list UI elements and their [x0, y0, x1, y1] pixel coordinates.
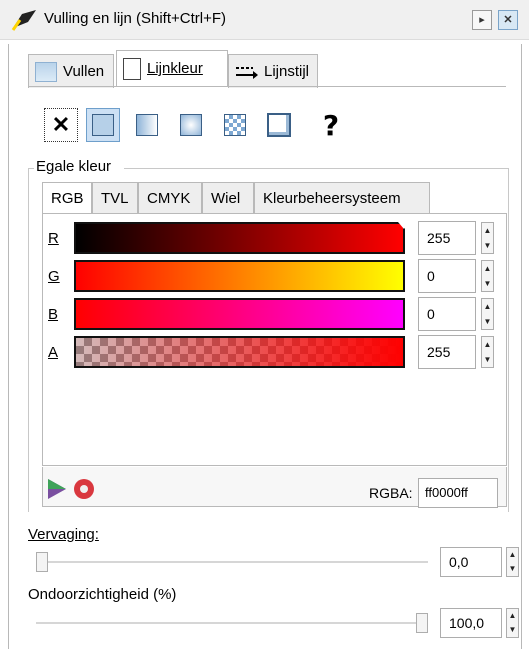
- slider-a[interactable]: [74, 336, 405, 368]
- tab-wiel-label: Wiel: [211, 190, 241, 207]
- slider-b[interactable]: [74, 298, 405, 330]
- tab-kleurbeheersysteem-label: Kleurbeheersysteem: [263, 190, 401, 207]
- slider-g[interactable]: [74, 260, 405, 292]
- swatch-button[interactable]: [262, 108, 296, 142]
- blur-slider-thumb[interactable]: [36, 552, 48, 572]
- stroke-style-icon: [236, 66, 258, 79]
- linear-gradient-button[interactable]: [130, 108, 164, 142]
- blur-slider-track[interactable]: [36, 561, 428, 563]
- radial-gradient-icon: [180, 114, 202, 136]
- tab-tvl-label: TVL: [101, 190, 129, 207]
- group-frame-left: [28, 168, 29, 512]
- value-g[interactable]: 0: [418, 259, 476, 293]
- channel-label-b: B: [48, 306, 59, 323]
- value-b[interactable]: 0: [418, 297, 476, 331]
- blur-label: Vervaging:: [28, 526, 99, 543]
- flat-color-button[interactable]: [86, 108, 120, 142]
- dock-button[interactable]: ▸: [472, 10, 492, 30]
- blur-value[interactable]: 0,0: [440, 547, 502, 577]
- tab-cmyk[interactable]: CMYK: [138, 182, 202, 214]
- slider-r[interactable]: [74, 222, 405, 254]
- close-button[interactable]: ✕: [498, 10, 518, 30]
- tab-lijnkleur-label: Lijnkleur: [147, 60, 203, 77]
- group-frame-right: [508, 168, 509, 512]
- tab-lijnkleur[interactable]: Lijnkleur: [116, 50, 228, 86]
- tab-lijnstijl[interactable]: Lijnstijl: [228, 54, 318, 88]
- window-title: Vulling en lijn (Shift+Ctrl+F): [44, 10, 227, 27]
- tab-wiel[interactable]: Wiel: [202, 182, 254, 214]
- stepper-a[interactable]: ▲ ▼: [481, 336, 494, 368]
- channel-label-a: A: [48, 344, 59, 361]
- unset-paint-button[interactable]: ?: [314, 108, 348, 142]
- group-label: Egale kleur: [36, 158, 112, 175]
- rgba-input[interactable]: ff0000ff: [418, 478, 498, 508]
- opacity-value[interactable]: 100,0: [440, 608, 502, 638]
- no-paint-button[interactable]: ✕: [44, 108, 78, 142]
- linear-gradient-icon: [136, 114, 158, 136]
- tab-rgb-label: RGB: [51, 190, 84, 207]
- tab-vullen[interactable]: Vullen: [28, 54, 114, 88]
- unset-paint-icon: ?: [322, 108, 340, 142]
- swatch-icon: [267, 113, 291, 137]
- tab-rgb[interactable]: RGB: [42, 182, 92, 214]
- stroke-paint-icon: [123, 57, 141, 80]
- opacity-slider-track[interactable]: [36, 622, 428, 624]
- opacity-label: Ondoorzichtigheid (%): [28, 586, 177, 603]
- slider-r-marker[interactable]: [398, 222, 410, 229]
- fill-swatch-icon: [35, 61, 57, 82]
- stepper-g[interactable]: ▲ ▼: [481, 260, 494, 292]
- group-line-right: [124, 168, 508, 169]
- color-managed-icon[interactable]: [46, 476, 100, 502]
- tab-tvl[interactable]: TVL: [92, 182, 138, 214]
- no-paint-icon: ✕: [51, 112, 71, 137]
- tab-kleurbeheersysteem[interactable]: Kleurbeheersysteem: [254, 182, 430, 214]
- pattern-button[interactable]: [218, 108, 252, 142]
- rgba-label: RGBA:: [369, 485, 413, 501]
- stepper-b[interactable]: ▲ ▼: [481, 298, 494, 330]
- flat-color-icon: [92, 114, 114, 136]
- opacity-slider-thumb[interactable]: [416, 613, 428, 633]
- channel-label-g: G: [48, 268, 60, 285]
- pattern-icon: [224, 114, 246, 136]
- tab-lijnstijl-label: Lijnstijl: [263, 63, 309, 80]
- tab-separator: [28, 86, 506, 87]
- tab-cmyk-label: CMYK: [147, 190, 191, 207]
- value-a[interactable]: 255: [418, 335, 476, 369]
- blur-stepper[interactable]: ▲ ▼: [506, 547, 519, 577]
- tab-vullen-label: Vullen: [63, 63, 105, 80]
- opacity-stepper[interactable]: ▲ ▼: [506, 608, 519, 638]
- radial-gradient-button[interactable]: [174, 108, 208, 142]
- channel-label-r: R: [48, 230, 59, 247]
- fill-stroke-icon: [11, 10, 36, 31]
- value-r[interactable]: 255: [418, 221, 476, 255]
- stepper-r[interactable]: ▲ ▼: [481, 222, 494, 254]
